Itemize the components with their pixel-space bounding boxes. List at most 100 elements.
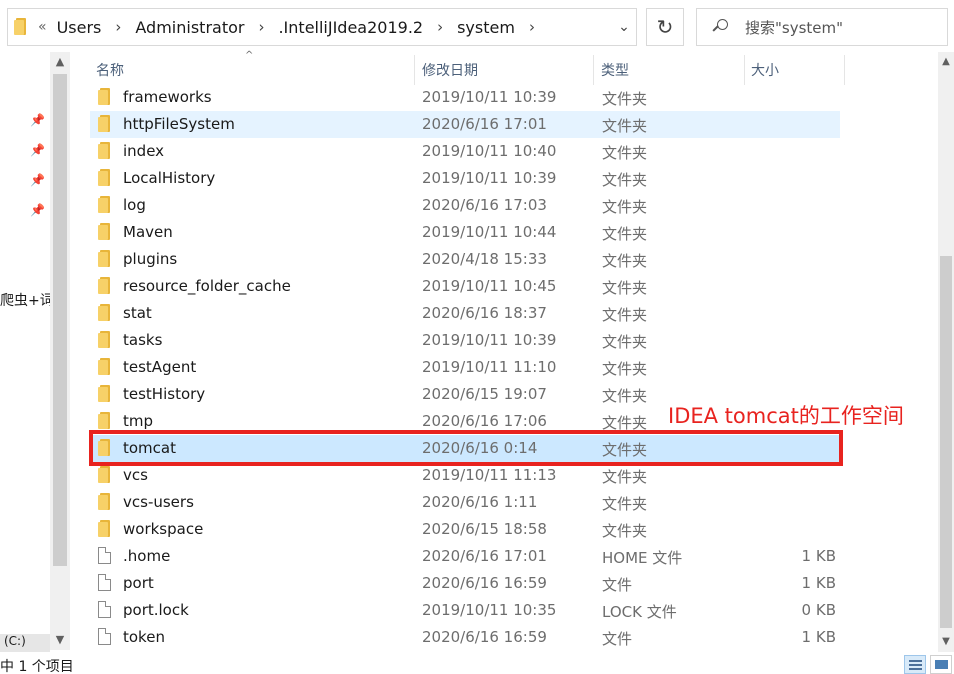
- scroll-up-icon[interactable]: ▲: [938, 52, 954, 72]
- pin-icon[interactable]: 📌: [30, 173, 45, 187]
- column-header-size[interactable]: 大小: [751, 55, 841, 85]
- file-name: port: [123, 574, 154, 592]
- file-row[interactable]: frameworks 2019/10/11 10:39 文件夹: [90, 84, 840, 111]
- file-name: plugins: [123, 250, 178, 268]
- column-header-date[interactable]: 修改日期: [422, 55, 592, 85]
- file-icon: [98, 574, 111, 595]
- file-row[interactable]: testAgent 2019/10/11 11:10 文件夹: [90, 354, 840, 381]
- file-icon: [98, 628, 111, 649]
- chevron-right-icon[interactable]: ›: [115, 18, 121, 36]
- pin-icon[interactable]: 📌: [30, 203, 45, 217]
- file-type: 文件: [602, 576, 633, 594]
- overflow-chevron-icon[interactable]: «: [38, 19, 47, 35]
- search-box[interactable]: 搜索"system": [696, 8, 948, 46]
- file-name: tasks: [123, 331, 163, 349]
- address-history-dropdown-icon[interactable]: ⌄: [612, 8, 636, 46]
- details-view-icon[interactable]: [904, 655, 926, 674]
- file-row[interactable]: plugins 2020/4/18 15:33 文件夹: [90, 246, 840, 273]
- file-name: port.lock: [123, 601, 189, 619]
- chevron-right-icon[interactable]: ›: [437, 18, 443, 36]
- pin-icon[interactable]: 📌: [30, 143, 45, 157]
- column-divider[interactable]: [593, 55, 594, 85]
- column-header-type[interactable]: 类型: [601, 55, 741, 85]
- file-name: Maven: [123, 223, 173, 241]
- column-header-name[interactable]: 名称: [96, 55, 414, 85]
- file-modified-date: 2020/6/16 16:59: [422, 574, 547, 592]
- file-modified-date: 2019/10/11 11:10: [422, 358, 557, 376]
- file-icon: [98, 547, 111, 568]
- scroll-down-icon[interactable]: ▼: [50, 630, 70, 650]
- file-row[interactable]: port 2020/6/16 16:59 文件 1 KB: [90, 570, 840, 597]
- file-type: 文件夹: [602, 171, 648, 189]
- pin-icon[interactable]: 📌: [30, 113, 45, 127]
- column-header-name-label: 名称: [96, 63, 124, 79]
- file-modified-date: 2019/10/11 10:35: [422, 601, 557, 619]
- file-name: token: [123, 628, 165, 646]
- file-list: frameworks 2019/10/11 10:39 文件夹 httpFileSys…: [90, 84, 850, 651]
- file-row[interactable]: vcs-users 2020/6/16 1:11 文件夹: [90, 489, 840, 516]
- file-type: HOME 文件: [602, 549, 683, 567]
- file-modified-date: 2020/6/16 17:03: [422, 196, 547, 214]
- folder-icon: [98, 277, 112, 298]
- status-bar: 中 1 个项目: [0, 654, 954, 674]
- file-name: testAgent: [123, 358, 197, 376]
- breadcrumb-intellij[interactable]: .IntelliJIdea2019.2: [278, 18, 423, 37]
- file-type: 文件夹: [602, 333, 648, 351]
- file-row[interactable]: index 2019/10/11 10:40 文件夹: [90, 138, 840, 165]
- breadcrumb-system[interactable]: system: [457, 18, 515, 37]
- file-row[interactable]: token 2020/6/16 16:59 文件 1 KB: [90, 624, 840, 651]
- file-type: 文件夹: [602, 198, 648, 216]
- column-divider[interactable]: [414, 55, 415, 85]
- file-row[interactable]: LocalHistory 2019/10/11 10:39 文件夹: [90, 165, 840, 192]
- scroll-up-icon[interactable]: ▲: [50, 52, 70, 72]
- file-row[interactable]: Maven 2019/10/11 10:44 文件夹: [90, 219, 840, 246]
- breadcrumb-administrator[interactable]: Administrator: [135, 18, 244, 37]
- file-type: 文件夹: [602, 144, 648, 162]
- folder-icon: [98, 493, 112, 514]
- folder-icon: [98, 142, 112, 163]
- file-modified-date: 2019/10/11 11:13: [422, 466, 557, 484]
- file-row[interactable]: vcs 2019/10/11 11:13 文件夹: [90, 462, 840, 489]
- column-divider[interactable]: [744, 55, 745, 85]
- file-size: 1 KB: [801, 574, 836, 592]
- scroll-down-icon[interactable]: ▼: [938, 632, 954, 652]
- file-row[interactable]: stat 2020/6/16 18:37 文件夹: [90, 300, 840, 327]
- file-row[interactable]: port.lock 2019/10/11 10:35 LOCK 文件 0 KB: [90, 597, 840, 624]
- file-type: 文件夹: [602, 117, 648, 135]
- file-row[interactable]: workspace 2020/6/15 18:58 文件夹: [90, 516, 840, 543]
- file-name: stat: [123, 304, 152, 322]
- status-text: 中 1 个项目: [0, 659, 74, 674]
- column-divider[interactable]: [844, 55, 845, 85]
- folder-icon: [98, 520, 112, 541]
- nav-item-drive[interactable]: (C:): [0, 634, 50, 652]
- file-row[interactable]: tasks 2019/10/11 10:39 文件夹: [90, 327, 840, 354]
- file-name: vcs: [123, 466, 148, 484]
- file-type: 文件夹: [602, 360, 648, 378]
- search-input[interactable]: 搜索"system": [745, 17, 843, 38]
- chevron-right-icon[interactable]: ›: [258, 18, 264, 36]
- file-row[interactable]: resource_folder_cache 2019/10/11 10:45 文件夹: [90, 273, 840, 300]
- file-list-scroll-thumb[interactable]: [940, 256, 952, 628]
- nav-scroll-thumb[interactable]: [53, 74, 67, 566]
- breadcrumb-users[interactable]: Users: [57, 18, 102, 37]
- large-icons-view-icon[interactable]: [930, 655, 952, 674]
- file-row[interactable]: .home 2020/6/16 17:01 HOME 文件 1 KB: [90, 543, 840, 570]
- nav-item-partial[interactable]: 爬虫+词: [0, 290, 54, 310]
- file-row[interactable]: log 2020/6/16 17:03 文件夹: [90, 192, 840, 219]
- folder-icon: [98, 88, 112, 109]
- nav-scrollbar[interactable]: ▲ ▼: [50, 52, 70, 650]
- folder-icon: [98, 196, 112, 217]
- file-list-scrollbar[interactable]: ▲ ▼: [938, 52, 954, 652]
- chevron-right-icon[interactable]: ›: [529, 18, 535, 36]
- address-bar[interactable]: « Users › Administrator › .IntelliJIdea2…: [7, 8, 637, 46]
- file-name: resource_folder_cache: [123, 277, 291, 295]
- file-name: .home: [123, 547, 171, 565]
- refresh-icon[interactable]: ↻: [646, 8, 684, 46]
- folder-icon: [98, 385, 112, 406]
- file-modified-date: 2019/10/11 10:39: [422, 88, 557, 106]
- file-size: 1 KB: [801, 547, 836, 565]
- folder-icon: [98, 358, 112, 379]
- file-row[interactable]: httpFileSystem 2020/6/16 17:01 文件夹: [90, 111, 840, 138]
- file-size: 1 KB: [801, 628, 836, 646]
- file-modified-date: 2020/6/16 17:06: [422, 412, 547, 430]
